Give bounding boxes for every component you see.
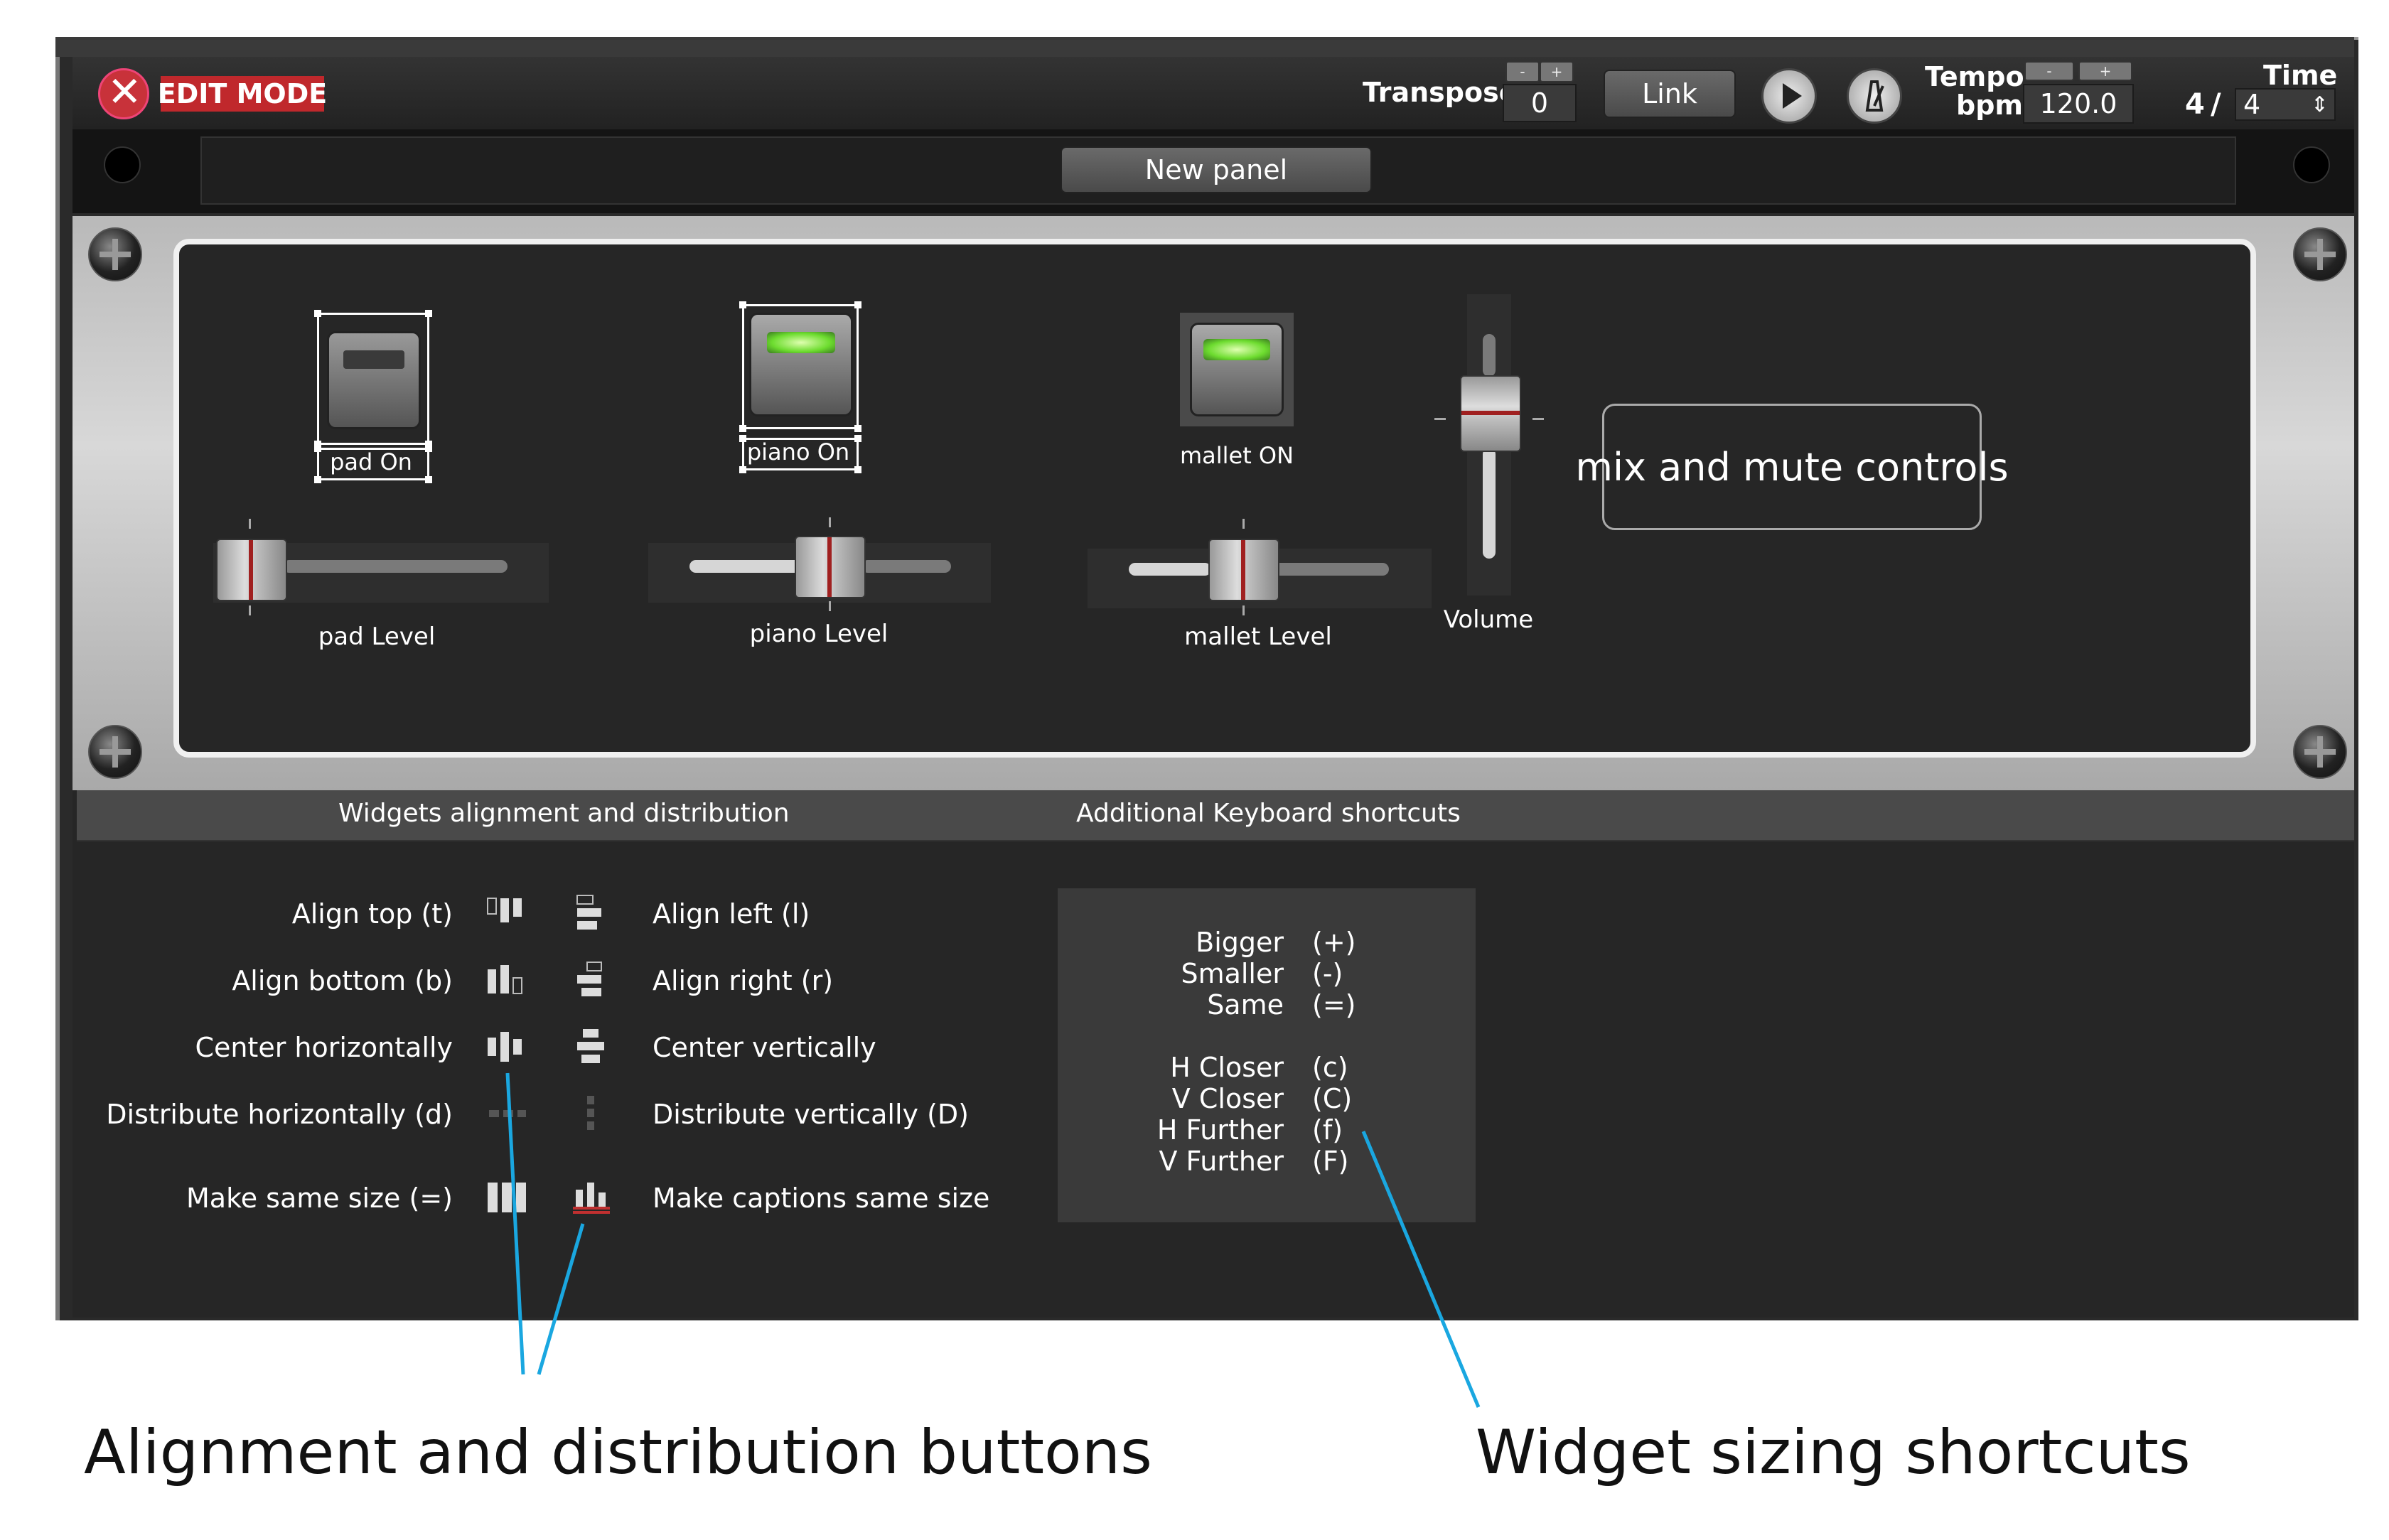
callout-lines (505, 1072, 1481, 1408)
callout-line-left-2 (537, 1223, 585, 1375)
callout-line-right (1361, 1131, 1481, 1408)
callout-line-left-1 (505, 1072, 525, 1375)
annotation-alignment-buttons: Alignment and distribution buttons (84, 1417, 1152, 1488)
annotation-widget-sizing: Widget sizing shortcuts (1476, 1417, 2191, 1488)
